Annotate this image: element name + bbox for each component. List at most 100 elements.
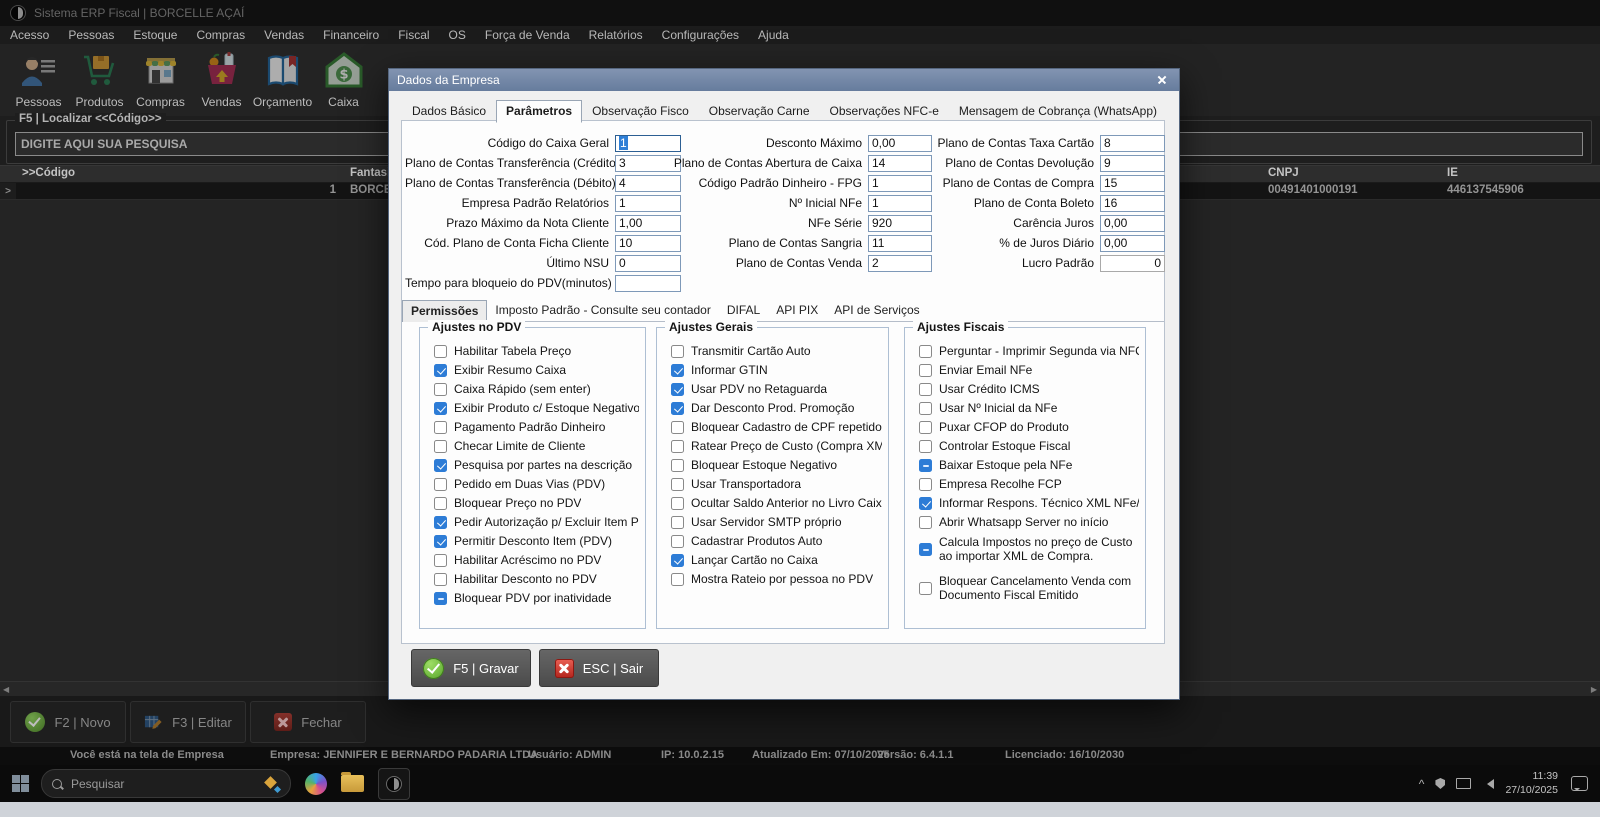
subtab-imposto-padrao[interactable]: Imposto Padrão - Consulte seu contador	[487, 300, 718, 321]
checkbox-row[interactable]: Transmitir Cartão Auto	[671, 345, 882, 358]
checkbox[interactable]	[919, 345, 932, 358]
scroll-right-icon[interactable]: ▶	[1591, 685, 1597, 694]
checkbox-row[interactable]: Pedido em Duas Vias (PDV)	[434, 478, 639, 491]
checkbox-row[interactable]: Informar Respons. Técnico XML NFe/NFCe	[919, 497, 1139, 510]
menu-item-relatorios[interactable]: Relatórios	[589, 28, 643, 42]
checkbox[interactable]	[671, 478, 684, 491]
menu-item-financeiro[interactable]: Financeiro	[323, 28, 379, 42]
checkbox-row[interactable]: Informar GTIN	[671, 364, 882, 377]
checkbox[interactable]	[434, 478, 447, 491]
plano-compra-input[interactable]: 15	[1100, 175, 1165, 192]
checkbox-row[interactable]: Usar Servidor SMTP próprio	[671, 516, 882, 529]
network-icon[interactable]	[1456, 778, 1471, 789]
checkbox[interactable]	[671, 516, 684, 529]
novo-button[interactable]: F2 | Novo	[10, 701, 126, 743]
checkbox-row[interactable]: Ratear Preço de Custo (Compra XML)	[671, 440, 882, 453]
menu-item-estoque[interactable]: Estoque	[133, 28, 177, 42]
menu-item-configuracoes[interactable]: Configurações	[662, 28, 739, 42]
checkbox-row[interactable]: Bloquear PDV por inatividade	[434, 592, 639, 605]
checkbox[interactable]	[434, 345, 447, 358]
checkbox-row[interactable]: Bloquear Cancelamento Venda com Document…	[919, 574, 1139, 602]
column-header-ie[interactable]: IE	[1447, 167, 1458, 179]
file-explorer-icon[interactable]	[341, 775, 364, 792]
checkbox-row[interactable]: Pagamento Padrão Dinheiro	[434, 421, 639, 434]
tab-dados-basico[interactable]: Dados Básico	[402, 100, 496, 123]
scroll-left-icon[interactable]: ◀	[3, 685, 9, 694]
checkbox-row[interactable]: Usar Crédito ICMS	[919, 383, 1139, 396]
checkbox-row[interactable]: Empresa Recolhe FCP	[919, 478, 1139, 491]
dialog-titlebar[interactable]: Dados da Empresa	[389, 69, 1179, 91]
menu-item-fiscal[interactable]: Fiscal	[398, 28, 429, 42]
checkbox-row[interactable]: Abrir Whatsapp Server no início	[919, 516, 1139, 529]
dialog-close-icon[interactable]	[1151, 71, 1173, 89]
checkbox[interactable]	[919, 421, 932, 434]
menu-item-os[interactable]: OS	[449, 28, 466, 42]
checkbox[interactable]	[434, 421, 447, 434]
checkbox-row[interactable]: Usar PDV no Retaguarda	[671, 383, 882, 396]
checkbox[interactable]	[671, 535, 684, 548]
checkbox-row[interactable]: Baixar Estoque pela NFe	[919, 459, 1139, 472]
checkbox[interactable]	[671, 364, 684, 377]
checkbox[interactable]	[919, 402, 932, 415]
tab-observacao-fisco[interactable]: Observação Fisco	[582, 100, 699, 123]
checkbox-row[interactable]: Bloquear Preço no PDV	[434, 497, 639, 510]
tab-observacao-carne[interactable]: Observação Carne	[699, 100, 820, 123]
checkbox[interactable]	[434, 364, 447, 377]
checkbox-row[interactable]: Checar Limite de Cliente	[434, 440, 639, 453]
subtab-permissoes[interactable]: Permissões	[402, 300, 487, 322]
checkbox[interactable]	[671, 421, 684, 434]
toolbar-produtos-button[interactable]: Produtos	[69, 44, 130, 109]
menu-item-pessoas[interactable]: Pessoas	[68, 28, 114, 42]
tab-mensagem-cobranca[interactable]: Mensagem de Cobrança (WhatsApp)	[949, 100, 1167, 123]
checkbox[interactable]	[434, 516, 447, 529]
checkbox-row[interactable]: Usar Transportadora	[671, 478, 882, 491]
checkbox[interactable]	[434, 554, 447, 567]
checkbox-row[interactable]: Puxar CFOP do Produto	[919, 421, 1139, 434]
erp-app-taskbar-icon[interactable]	[378, 768, 410, 800]
menu-item-forca-de-venda[interactable]: Força de Venda	[485, 28, 570, 42]
checkbox[interactable]	[434, 497, 447, 510]
checkbox[interactable]	[434, 535, 447, 548]
checkbox[interactable]	[919, 516, 932, 529]
start-button[interactable]	[12, 775, 29, 792]
column-header-codigo[interactable]: >>Código	[22, 167, 75, 179]
carencia-juros-input[interactable]: 0,00	[1100, 215, 1165, 232]
gravar-button[interactable]: F5 | Gravar	[411, 649, 531, 687]
checkbox-row[interactable]: Bloquear Cadastro de CPF repetido	[671, 421, 882, 434]
checkbox[interactable]	[434, 573, 447, 586]
checkbox[interactable]	[919, 383, 932, 396]
checkbox-row[interactable]: Perguntar - Imprimir Segunda via NFC-e	[919, 345, 1139, 358]
fechar-button[interactable]: Fechar	[250, 701, 366, 743]
checkbox-row[interactable]: Usar Nº Inicial da NFe	[919, 402, 1139, 415]
taskbar-search[interactable]: Pesquisar	[41, 769, 291, 798]
toolbar-vendas-button[interactable]: Vendas	[191, 44, 252, 109]
checkbox[interactable]	[919, 543, 932, 556]
subtab-difal[interactable]: DIFAL	[719, 300, 768, 321]
checkbox[interactable]	[919, 478, 932, 491]
checkbox-row[interactable]: Caixa Rápido (sem enter)	[434, 383, 639, 396]
menu-item-vendas[interactable]: Vendas	[264, 28, 304, 42]
column-header-cnpj[interactable]: CNPJ	[1268, 167, 1299, 179]
plano-taxa-cartao-input[interactable]: 8	[1100, 135, 1165, 152]
browser-icon[interactable]	[305, 773, 327, 795]
tab-parametros[interactable]: Parâmetros	[496, 100, 582, 123]
checkbox[interactable]	[671, 459, 684, 472]
menu-item-compras[interactable]: Compras	[196, 28, 245, 42]
editar-button[interactable]: F3 | Editar	[130, 701, 246, 743]
chevron-up-icon[interactable]: ^	[1419, 777, 1425, 791]
shield-icon[interactable]	[1435, 778, 1445, 789]
checkbox-row[interactable]: Bloquear Estoque Negativo	[671, 459, 882, 472]
checkbox-row[interactable]: Pedir Autorização p/ Excluir Item PDV	[434, 516, 639, 529]
sair-button[interactable]: ESC | Sair	[539, 649, 659, 687]
checkbox-row[interactable]: Mostra Rateio por pessoa no PDV	[671, 573, 882, 586]
checkbox-row[interactable]: Controlar Estoque Fiscal	[919, 440, 1139, 453]
checkbox[interactable]	[434, 440, 447, 453]
checkbox-row[interactable]: Lançar Cartão no Caixa	[671, 554, 882, 567]
checkbox[interactable]	[434, 459, 447, 472]
checkbox-row[interactable]: Enviar Email NFe	[919, 364, 1139, 377]
checkbox-row[interactable]: Ocultar Saldo Anterior no Livro Caixa	[671, 497, 882, 510]
tab-observacoes-nfce[interactable]: Observações NFC-e	[820, 100, 949, 123]
juros-diario-input[interactable]: 0,00	[1100, 235, 1165, 252]
checkbox-row[interactable]: Dar Desconto Prod. Promoção	[671, 402, 882, 415]
checkbox[interactable]	[434, 402, 447, 415]
